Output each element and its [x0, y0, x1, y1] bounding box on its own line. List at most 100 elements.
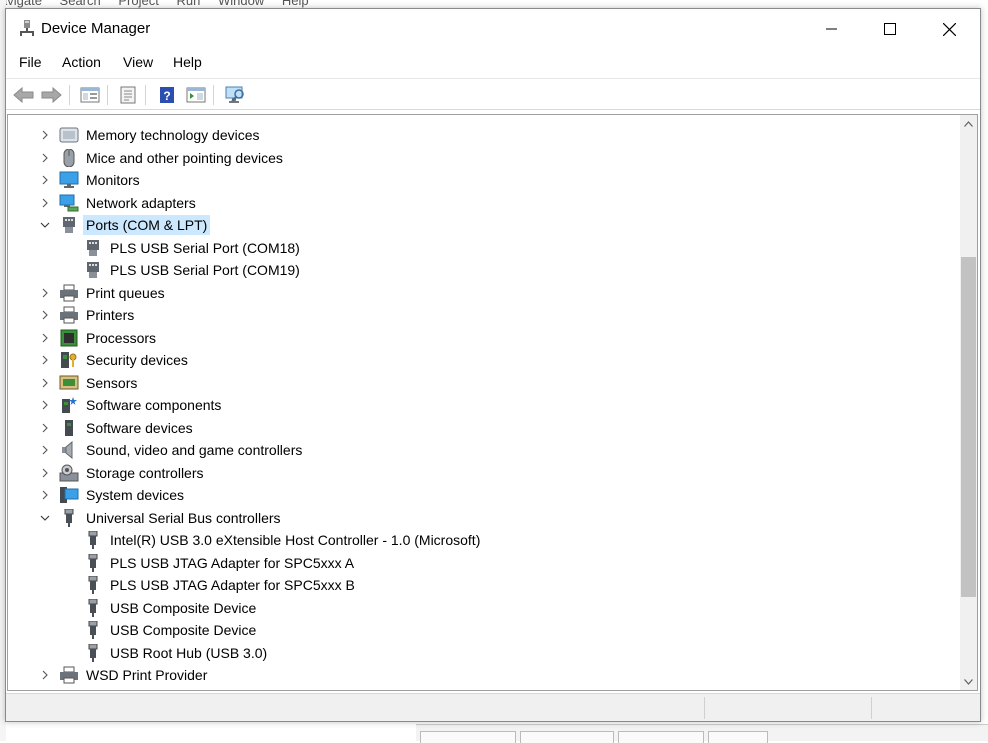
toolbar-separator	[69, 85, 70, 105]
tree-category[interactable]: WSD Print Provider	[8, 664, 958, 686]
tree-item-label: USB Root Hub (USB 3.0)	[110, 644, 268, 661]
expand-toggle[interactable]	[39, 196, 51, 210]
show-hide-console-tree-button[interactable]	[78, 83, 102, 107]
show-action-pane-icon	[186, 87, 206, 103]
scan-hardware-button[interactable]	[223, 83, 247, 107]
tree-device[interactable]: Intel(R) USB 3.0 eXtensible Host Control…	[8, 529, 958, 551]
expand-toggle[interactable]	[39, 421, 51, 435]
menu-action[interactable]: Action	[62, 54, 101, 70]
tree-item-label: Sensors	[86, 374, 138, 391]
menu-view[interactable]: View	[123, 54, 153, 70]
chevron-down-icon	[40, 515, 50, 521]
expand-toggle[interactable]	[39, 668, 51, 682]
tree-device[interactable]: USB Composite Device	[8, 597, 958, 619]
tree-item-label: Processors	[86, 329, 157, 346]
tree-item-label: Intel(R) USB 3.0 eXtensible Host Control…	[110, 532, 481, 548]
tree-device[interactable]: PLS USB JTAG Adapter for SPC5xxx B	[8, 574, 958, 596]
chevron-right-icon	[42, 355, 48, 365]
expand-toggle[interactable]	[39, 151, 51, 165]
expand-toggle[interactable]	[39, 331, 51, 345]
expand-toggle[interactable]	[39, 173, 51, 187]
close-button[interactable]	[920, 9, 978, 49]
collapse-toggle[interactable]	[39, 511, 51, 525]
expand-toggle[interactable]	[39, 376, 51, 390]
tree-category[interactable]: System devices	[8, 484, 958, 506]
scroll-up-button[interactable]	[960, 115, 977, 132]
tree-category[interactable]: Storage controllers	[8, 462, 958, 484]
help-button[interactable]: ?	[155, 83, 179, 107]
expand-toggle[interactable]	[39, 443, 51, 457]
tree-device[interactable]: PLS USB Serial Port (COM19)	[8, 259, 958, 281]
tree-category[interactable]: Ports (COM & LPT)	[8, 214, 958, 236]
minimize-button[interactable]	[803, 9, 861, 49]
tree-item-label: Memory technology devices	[86, 127, 260, 143]
menu-file[interactable]: File	[19, 54, 42, 70]
properties-button[interactable]	[116, 83, 140, 107]
usb-icon	[83, 643, 103, 662]
tree-item-label: Ports (COM & LPT)	[83, 215, 211, 235]
toolbar: ?	[6, 78, 980, 110]
tree-category[interactable]: Mice and other pointing devices	[8, 147, 958, 169]
mouse-icon	[59, 148, 79, 167]
tree-item-label: Storage controllers	[86, 464, 204, 481]
expand-toggle[interactable]	[39, 286, 51, 300]
speaker-icon	[59, 440, 79, 460]
expand-toggle[interactable]	[39, 128, 51, 142]
expand-toggle[interactable]	[39, 488, 51, 502]
tree-category[interactable]: Software components	[8, 394, 958, 416]
vertical-scrollbar[interactable]	[960, 115, 977, 690]
tree-device[interactable]: PLS USB Serial Port (COM18)	[8, 237, 958, 259]
expand-toggle[interactable]	[39, 398, 51, 412]
scroll-down-button[interactable]	[960, 673, 977, 690]
device-manager-window: Device Manager File Action View Help ? M…	[5, 8, 981, 722]
chevron-right-icon	[42, 670, 48, 680]
menu-help[interactable]: Help	[173, 54, 202, 70]
status-divider	[871, 697, 872, 719]
tree-category[interactable]: Processors	[8, 327, 958, 349]
tree-device[interactable]: USB Root Hub (USB 3.0)	[8, 642, 958, 664]
port-icon	[59, 216, 79, 234]
tree-item-label: Sound, video and game controllers	[86, 442, 303, 458]
scroll-thumb[interactable]	[961, 256, 976, 597]
chevron-right-icon	[42, 400, 48, 410]
background-app-tab	[420, 731, 516, 743]
chevron-up-icon	[964, 120, 973, 127]
title-bar[interactable]: Device Manager	[6, 9, 980, 49]
status-divider	[704, 697, 705, 719]
tree-device[interactable]: USB Composite Device	[8, 619, 958, 641]
tree-category[interactable]: Universal Serial Bus controllers	[8, 507, 958, 529]
expand-toggle[interactable]	[39, 466, 51, 480]
toolbar-separator	[145, 85, 146, 105]
back-button[interactable]	[12, 83, 36, 107]
tree-category[interactable]: Software devices	[8, 417, 958, 439]
expand-toggle[interactable]	[39, 308, 51, 322]
chevron-right-icon	[42, 288, 48, 297]
tree-category[interactable]: Security devices	[8, 349, 958, 371]
tree-category[interactable]: Monitors	[8, 169, 958, 191]
tree-category[interactable]: Sound, video and game controllers	[8, 439, 958, 461]
chevron-right-icon	[42, 423, 48, 432]
forward-button[interactable]	[39, 83, 63, 107]
tree-category[interactable]: Print queues	[8, 282, 958, 304]
tree-category[interactable]: Printers	[8, 304, 958, 326]
menu-bar: File Action View Help	[6, 51, 980, 75]
minimize-icon	[826, 28, 837, 30]
show-action-pane-button[interactable]	[184, 83, 208, 107]
maximize-button[interactable]	[861, 9, 919, 49]
back-icon	[13, 87, 34, 103]
tree-category[interactable]: Memory technology devices	[8, 124, 958, 146]
expand-toggle[interactable]	[39, 353, 51, 367]
usb-icon	[83, 620, 103, 639]
tree-category[interactable]: Sensors	[8, 372, 958, 394]
scan-hardware-icon	[225, 86, 244, 103]
port-icon	[83, 239, 103, 257]
tree-item-label: PLS USB Serial Port (COM18)	[110, 239, 300, 256]
tree-category[interactable]: Network adapters	[8, 192, 958, 214]
chevron-right-icon	[42, 175, 48, 185]
device-tree[interactable]: Memory technology devices Mice and other …	[7, 114, 978, 691]
tree-device[interactable]: PLS USB JTAG Adapter for SPC5xxx A	[8, 552, 958, 574]
chevron-right-icon	[42, 333, 48, 342]
show-hide-console-tree-icon	[80, 87, 100, 103]
collapse-toggle[interactable]	[39, 218, 51, 232]
tree-item-label: Software components	[86, 397, 222, 413]
